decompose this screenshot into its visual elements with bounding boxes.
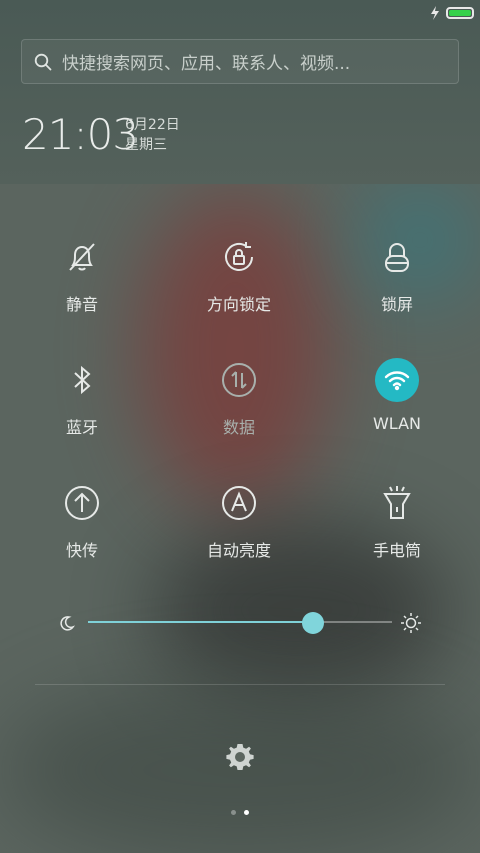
- search-icon: [34, 53, 52, 70]
- settings-button[interactable]: [223, 740, 257, 774]
- share-upload-icon: [60, 481, 104, 525]
- wlan-icon-wrap: [375, 358, 419, 402]
- toggle-auto-brightness-label: 自动亮度: [206, 541, 271, 560]
- bolt-icon: [431, 6, 439, 20]
- gear-icon: [226, 744, 254, 770]
- toggle-rotation-lock[interactable]: 方向锁定: [159, 215, 319, 325]
- date-text: 6月22日: [125, 117, 180, 133]
- clock-time: 21:03: [22, 110, 139, 159]
- clock-date: 6月22日 星期三: [125, 115, 180, 155]
- toggle-rotation-lock-label: 方向锁定: [206, 295, 271, 314]
- weekday-text: 星期三: [125, 137, 167, 153]
- toggle-lock-screen-label: 锁屏: [380, 295, 413, 314]
- auto-brightness-icon: [217, 481, 261, 525]
- brightness-slider[interactable]: [58, 610, 422, 636]
- brightness-fill: [88, 621, 313, 623]
- battery-indicator: [446, 7, 474, 19]
- toggle-bluetooth-label: 蓝牙: [65, 418, 98, 437]
- page-dot-2[interactable]: [244, 810, 249, 815]
- toggle-wlan-label: WLAN: [372, 414, 421, 433]
- moon-icon: [60, 616, 76, 631]
- toggle-flashlight[interactable]: 手电筒: [317, 461, 477, 571]
- toggle-wlan[interactable]: WLAN: [317, 338, 477, 448]
- toggle-mobile-data[interactable]: 数据: [159, 338, 319, 448]
- battery-level-fill: [449, 10, 471, 16]
- search-placeholder: 快捷搜索网页、应用、联系人、视频...: [62, 54, 351, 74]
- toggle-auto-brightness[interactable]: 自动亮度: [159, 461, 319, 571]
- toggle-flashlight-label: 手电筒: [372, 541, 421, 560]
- mobile-data-icon: [217, 358, 261, 402]
- brightness-track[interactable]: [88, 621, 392, 623]
- toggle-mute-label: 静音: [65, 295, 98, 314]
- wifi-icon: [375, 358, 419, 402]
- status-bar: [430, 4, 474, 22]
- flashlight-icon: [375, 481, 419, 525]
- lock-icon: [375, 235, 419, 279]
- page-indicator: [0, 810, 480, 815]
- divider: [35, 684, 445, 685]
- bluetooth-icon: [60, 358, 104, 402]
- search-bar[interactable]: 快捷搜索网页、应用、联系人、视频...: [21, 39, 459, 84]
- sun-icon: [401, 613, 421, 633]
- toggle-mute[interactable]: 静音: [2, 215, 162, 325]
- toggle-quick-share-label: 快传: [65, 541, 98, 560]
- toggle-lock-screen[interactable]: 锁屏: [317, 215, 477, 325]
- bell-off-icon: [60, 235, 104, 279]
- toggle-bluetooth[interactable]: 蓝牙: [2, 338, 162, 448]
- brightness-thumb[interactable]: [301, 612, 324, 634]
- toggle-mobile-data-label: 数据: [222, 418, 255, 437]
- rotation-lock-icon: [217, 235, 261, 279]
- toggle-quick-share[interactable]: 快传: [2, 461, 162, 571]
- page-dot-1[interactable]: [231, 810, 236, 815]
